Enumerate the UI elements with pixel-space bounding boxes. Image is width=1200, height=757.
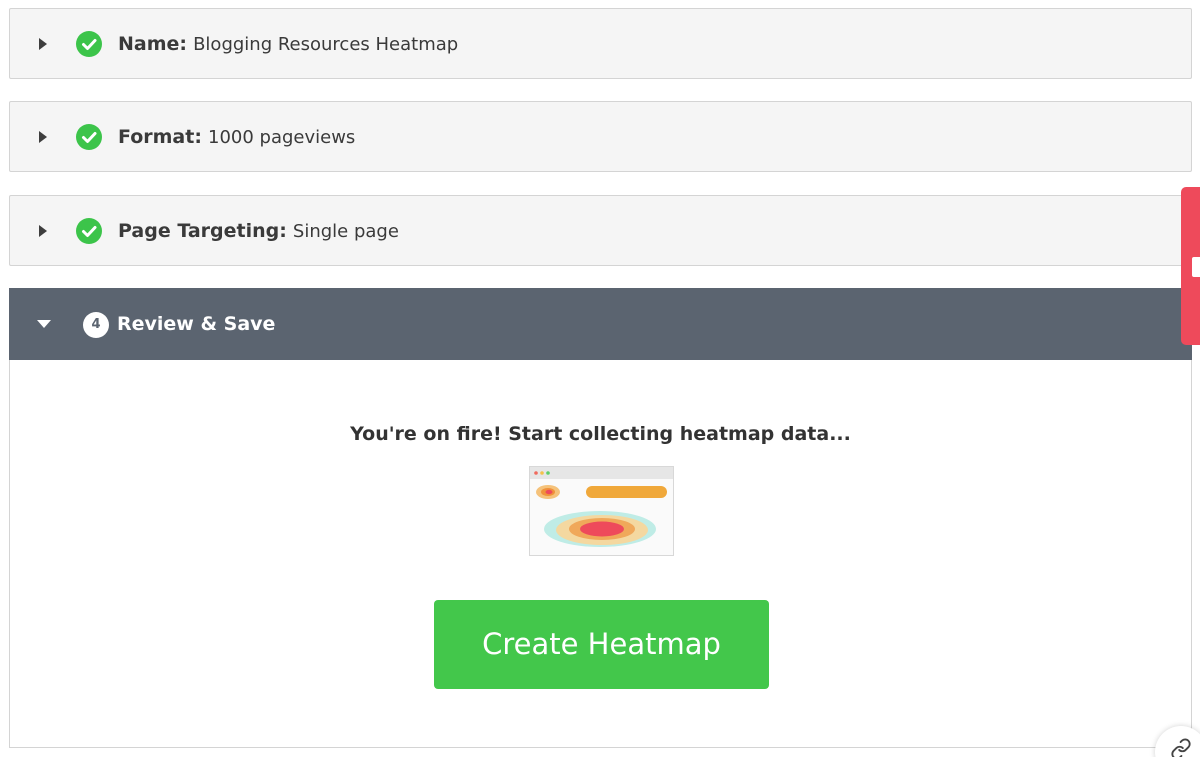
step-panel-format[interactable]: Format: 1000 pageviews [9, 101, 1192, 172]
step-panel-review-header[interactable]: 4 Review & Save [9, 288, 1192, 360]
caret-right-icon [39, 38, 47, 50]
step-value: 1000 pageviews [208, 127, 356, 148]
caret-down-icon [37, 320, 51, 328]
check-circle-icon [76, 218, 102, 244]
create-heatmap-button[interactable]: Create Heatmap [434, 600, 769, 689]
review-message: You're on fire! Start collecting heatmap… [350, 423, 851, 445]
feedback-tab[interactable] [1181, 187, 1200, 345]
step-value: Blogging Resources Heatmap [193, 34, 459, 55]
step-separator: : [279, 220, 287, 242]
step-label: Page Targeting [118, 220, 280, 242]
caret-right-icon [39, 131, 47, 143]
step-number-badge: 4 [83, 312, 109, 338]
heatmap-preview-illustration [529, 466, 674, 556]
check-circle-icon [76, 31, 102, 57]
check-circle-icon [76, 124, 102, 150]
step-summary: Name: Blogging Resources Heatmap [118, 33, 458, 56]
step-summary: Page Targeting: Single page [118, 220, 399, 243]
step-label: Format [118, 126, 195, 148]
feedback-tab-icon [1192, 257, 1200, 277]
step-summary: Format: 1000 pageviews [118, 126, 355, 149]
step-separator: : [194, 126, 202, 148]
step-title: Review & Save [117, 313, 276, 335]
step-panel-name[interactable]: Name: Blogging Resources Heatmap [9, 8, 1192, 79]
caret-right-icon [39, 225, 47, 237]
step-panel-page-targeting[interactable]: Page Targeting: Single page [9, 195, 1192, 266]
step-value: Single page [292, 221, 399, 242]
step-separator: : [179, 33, 188, 55]
step-label: Name [118, 33, 180, 55]
review-panel-body: You're on fire! Start collecting heatmap… [9, 360, 1192, 748]
